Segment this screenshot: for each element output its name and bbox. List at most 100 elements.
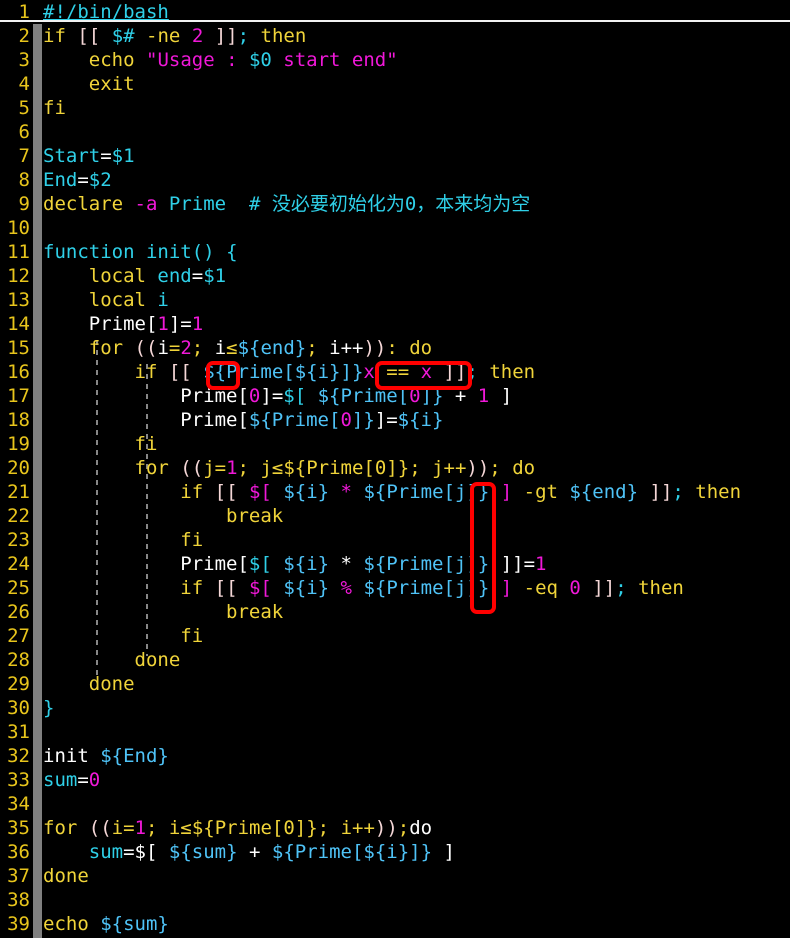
code-line[interactable]: 3 echo "Usage : $0 start end"	[0, 48, 790, 72]
code-text[interactable]: Prime[${Prime[0]}]=${i}	[30, 408, 443, 432]
code-line[interactable]: 7 Start=$1	[0, 144, 790, 168]
code-line[interactable]: 22 break	[0, 504, 790, 528]
token-cyan: Start	[43, 145, 101, 167]
code-line[interactable]: 26 break	[0, 600, 790, 624]
code-text[interactable]: if [[ $[ ${i} * ${Prime[j]} ] -gt ${end}…	[30, 480, 741, 504]
code-text[interactable]: #!/bin/bash	[30, 0, 169, 24]
code-line[interactable]: 24 Prime[$[ ${i} * ${Prime[j]} ]]=1	[0, 552, 790, 576]
code-line[interactable]: 23 fi	[0, 528, 790, 552]
code-line[interactable]: 39 echo ${sum}	[0, 912, 790, 936]
token-wht	[558, 577, 569, 599]
code-line[interactable]: 18 Prime[${Prime[0]}]=${i}	[0, 408, 790, 432]
code-line[interactable]: 6	[0, 120, 790, 144]
token-kw: -gt	[523, 481, 558, 503]
code-text[interactable]: done	[30, 672, 135, 696]
token-kw: for	[134, 457, 169, 479]
token-wht: ]]=	[500, 553, 536, 575]
code-line[interactable]: 14 Prime[1]=1	[0, 312, 790, 336]
code-text[interactable]: Prime[0]=$[ ${Prime[0]} + 1 ]	[30, 384, 512, 408]
token-wht: ]	[443, 841, 455, 863]
code-text[interactable]: fi	[30, 528, 203, 552]
code-text[interactable]: fi	[30, 432, 158, 456]
code-line[interactable]: 15 for ((i=2; i≤${end}; i++)): do	[0, 336, 790, 360]
code-line[interactable]: 38	[0, 888, 790, 912]
code-line[interactable]: 11 function init() {	[0, 240, 790, 264]
token-var: ${i}	[397, 409, 444, 431]
token-kw: -eq	[523, 577, 558, 599]
code-line[interactable]: 10	[0, 216, 790, 240]
code-text[interactable]: function init() {	[30, 240, 238, 264]
code-line[interactable]: 34	[0, 792, 790, 816]
token-kw: i++	[340, 817, 375, 839]
code-line[interactable]: 12 local end=$1	[0, 264, 790, 288]
code-line[interactable]: 31	[0, 720, 790, 744]
token-kw: then	[489, 361, 536, 383]
code-line[interactable]: 1 #!/bin/bash	[0, 0, 790, 24]
code-text[interactable]: }	[30, 696, 54, 720]
token-wht	[43, 553, 180, 575]
token-kw: ;	[237, 457, 261, 479]
token-mag: -a	[134, 193, 158, 215]
code-text[interactable]: done	[30, 864, 89, 888]
token-wht	[43, 361, 135, 383]
code-line[interactable]: 5 fi	[0, 96, 790, 120]
code-text[interactable]: Start=$1	[30, 144, 135, 168]
code-line[interactable]: 27 fi	[0, 624, 790, 648]
code-text[interactable]: Prime[$[ ${i} * ${Prime[j]} ]]=1	[30, 552, 546, 576]
code-text[interactable]: echo ${sum}	[30, 912, 169, 936]
code-line[interactable]: 25 if [[ $[ ${i} % ${Prime[j]} ] -eq 0 ]…	[0, 576, 790, 600]
token-kw: =	[214, 457, 227, 479]
code-text[interactable]: break	[30, 504, 283, 528]
code-text[interactable]: if [[ $[ ${i} % ${Prime[j]} ] -eq 0 ]]; …	[30, 576, 684, 600]
code-text[interactable]: End=$2	[30, 168, 112, 192]
code-text[interactable]: exit	[30, 72, 135, 96]
code-line[interactable]: 28 done	[0, 648, 790, 672]
code-line[interactable]: 29 done	[0, 672, 790, 696]
code-line[interactable]: 9 declare -a Prime # 没必要初始化为0，本来均为空	[0, 192, 790, 216]
code-text[interactable]: if [[ $# -ne 2 ]]; then	[30, 24, 306, 48]
code-line[interactable]: 20 for ((j=1; j≤${Prime[0]}; j++)); do	[0, 456, 790, 480]
code-line[interactable]: 16 if [[ ${Prime[${i}]}x == x ]]; then	[0, 360, 790, 384]
token-wht	[238, 481, 249, 503]
code-text[interactable]: declare -a Prime # 没必要初始化为0，本来均为空	[30, 192, 530, 216]
code-line[interactable]: 33 sum=0	[0, 768, 790, 792]
code-text[interactable]: echo "Usage : $0 start end"	[30, 48, 398, 72]
code-editor[interactable]: 1 #!/bin/bash 2 if [[ $# -ne 2 ]]; then 3 ec…	[0, 0, 790, 938]
code-line[interactable]: 32 init ${End}	[0, 744, 790, 768]
code-text[interactable]: local i	[30, 288, 169, 312]
code-text[interactable]: for ((i=1; i≤${Prime[0]}; i++));do	[30, 816, 432, 840]
code-line[interactable]: 21 if [[ $[ ${i} * ${Prime[j]} ] -gt ${e…	[0, 480, 790, 504]
code-line[interactable]: 17 Prime[0]=$[ ${Prime[0]} + 1 ]	[0, 384, 790, 408]
code-line[interactable]: 37 done	[0, 864, 790, 888]
code-text[interactable]: local end=$1	[30, 264, 226, 288]
token-var: ]}	[340, 361, 364, 383]
token-kw: -ne	[146, 25, 181, 47]
code-text[interactable]: if [[ ${Prime[${i}]}x == x ]]; then	[30, 360, 536, 384]
token-kw: exit	[88, 73, 135, 95]
code-text[interactable]: done	[30, 648, 181, 672]
token-var: ${i}	[294, 361, 341, 383]
code-line[interactable]: 35 for ((i=1; i≤${Prime[0]}; i++));do	[0, 816, 790, 840]
code-text[interactable]: sum=$[ ${sum} + ${Prime[${i}]} ]	[30, 840, 455, 864]
code-text[interactable]: init ${End}	[30, 744, 169, 768]
token-cyan: sum	[43, 769, 78, 791]
code-text[interactable]: fi	[30, 624, 203, 648]
code-line[interactable]: 4 exit	[0, 72, 790, 96]
code-line[interactable]: 19 fi	[0, 432, 790, 456]
token-var: ${end}	[237, 337, 307, 359]
code-line[interactable]: 8 End=$2	[0, 168, 790, 192]
code-text[interactable]: for ((j=1; j≤${Prime[0]}; j++)); do	[30, 456, 536, 480]
code-line[interactable]: 2 if [[ $# -ne 2 ]]; then	[0, 24, 790, 48]
code-line[interactable]: 13 local i	[0, 288, 790, 312]
code-line[interactable]: 36 sum=$[ ${sum} + ${Prime[${i}]} ]	[0, 840, 790, 864]
code-text[interactable]: Prime[1]=1	[30, 312, 203, 336]
token-wht	[43, 73, 89, 95]
code-text[interactable]: sum=0	[30, 768, 100, 792]
token-kw: do	[512, 457, 536, 479]
token-wht	[135, 49, 146, 71]
code-text[interactable]: break	[30, 600, 283, 624]
token-cyan: $1	[111, 145, 135, 167]
code-text[interactable]: for ((i=2; i≤${end}; i++)): do	[30, 336, 432, 360]
code-line[interactable]: 30}	[0, 696, 790, 720]
code-text[interactable]: fi	[30, 96, 66, 120]
